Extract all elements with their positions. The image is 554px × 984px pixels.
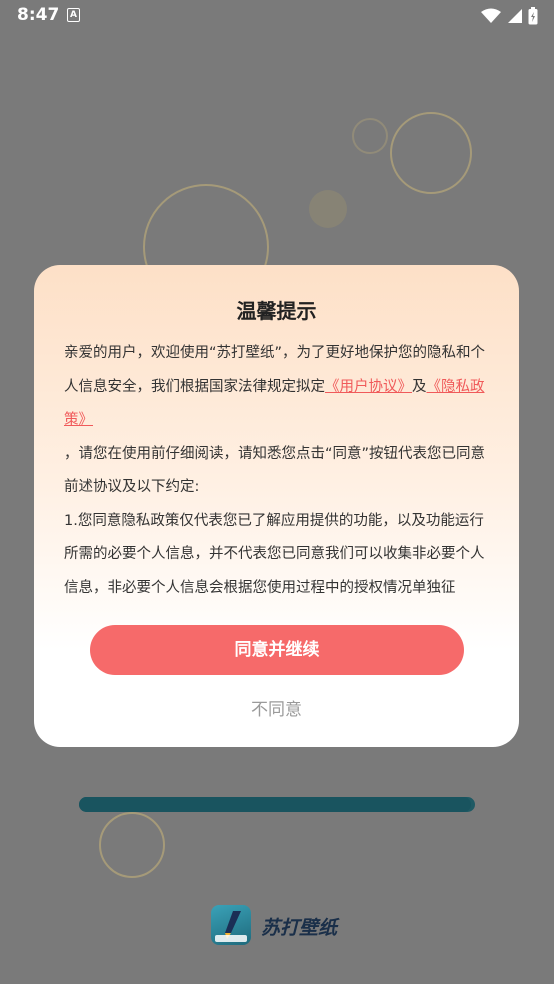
dialog-title: 温馨提示 [236,299,317,323]
user-agreement-link[interactable]: 《用户协议》 [325,379,412,395]
agree-continue-button[interactable]: 同意并继续 [90,625,464,675]
signal-icon [507,9,522,23]
dialog-body: 亲爱的用户，欢迎使用“苏打壁纸”，为了更好地保护您的隐私和个人信息安全，我们根据… [64,337,494,605]
dialog-intro-after: ，请您在使用前仔细阅读，请知悉您点击“同意”按钮代表您已同意前述协议及以下约定: [64,445,486,496]
bg-bubble [390,112,472,194]
bg-bubble [352,118,388,154]
bg-bubble [309,190,347,228]
battery-icon [528,7,538,25]
connector-text: 及 [412,378,427,395]
status-time: 8:47 [17,5,60,25]
privacy-dialog: 温馨提示 亲爱的用户，欢迎使用“苏打壁纸”，为了更好地保护您的隐私和个人信息安全… [34,265,519,747]
dialog-intro: 亲爱的用户，欢迎使用“苏打壁纸”，为了更好地保护您的隐私和个人信息安全，我们根据… [64,337,494,438]
disagree-button[interactable]: 不同意 [34,695,519,720]
notification-a-icon: A [67,8,80,22]
bg-bubble [99,812,165,878]
dialog-clause-1: 1.您同意隐私政策仅代表您已了解应用提供的功能，以及功能运行所需的必要个人信息，… [64,512,485,596]
loading-progress-fill [79,797,472,812]
status-bar: 8:47 A [0,0,554,32]
loading-progress-bar [79,797,475,812]
wifi-icon [481,8,502,23]
app-logo-icon [211,905,251,945]
status-icons [481,6,538,26]
app-name: 苏打壁纸 [261,917,338,939]
